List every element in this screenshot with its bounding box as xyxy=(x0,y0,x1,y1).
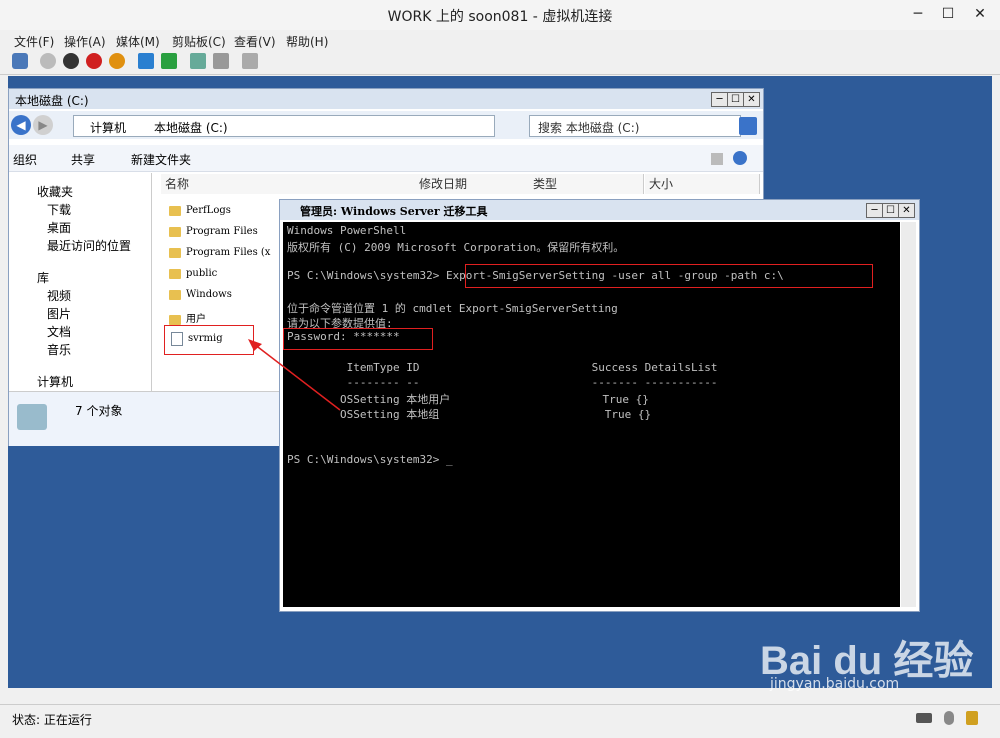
forward-button[interactable]: ▶ xyxy=(33,115,53,135)
console-line: -------- -- ------- ----------- xyxy=(287,376,718,389)
resume-icon[interactable] xyxy=(161,53,177,69)
nav-favorites[interactable]: 收藏夹 xyxy=(37,183,73,200)
preview-pane-icon[interactable] xyxy=(711,153,723,165)
column-date[interactable]: 修改日期 xyxy=(415,174,530,194)
console-line: 版权所有 (C) 2009 Microsoft Corporation。保留所有… xyxy=(287,241,625,254)
list-item[interactable]: Program Files xyxy=(169,226,258,237)
turn-off-icon[interactable] xyxy=(63,53,79,69)
help-icon[interactable] xyxy=(733,151,747,165)
menu-action[interactable]: 操作(A) xyxy=(64,33,106,50)
drive-icon xyxy=(17,404,47,430)
breadcrumb-computer[interactable]: 计算机 xyxy=(90,119,126,136)
menu-file[interactable]: 文件(F) xyxy=(14,33,54,50)
nav-pictures[interactable]: 图片 xyxy=(47,305,71,322)
nav-downloads[interactable]: 下载 xyxy=(47,201,71,218)
search-placeholder: 搜索 本地磁盘 (C:) xyxy=(538,121,640,135)
object-count: 7 个对象 xyxy=(75,404,123,418)
column-type[interactable]: 类型 xyxy=(529,174,644,194)
folder-icon xyxy=(169,247,181,258)
console-output[interactable]: Windows PowerShell 版权所有 (C) 2009 Microso… xyxy=(283,222,900,607)
organize-button[interactable]: 组织 xyxy=(13,151,37,168)
lock-icon xyxy=(966,711,978,725)
annotation-arrow xyxy=(248,339,341,411)
powershell-window: 管理员: Windows Server 迁移工具 ─ ☐ ✕ Windows P… xyxy=(279,199,920,612)
baidu-url: jingyan.baidu.com xyxy=(770,676,900,692)
folder-icon xyxy=(169,226,181,237)
share-icon[interactable] xyxy=(242,53,258,69)
powershell-title: 管理员: Windows Server 迁移工具 xyxy=(300,205,488,218)
breadcrumb-drive[interactable]: 本地磁盘 (C:) xyxy=(154,119,228,136)
share-button[interactable]: 共享 xyxy=(71,151,95,168)
nav-documents[interactable]: 文档 xyxy=(47,323,71,340)
list-item[interactable]: public xyxy=(169,268,217,279)
menu-media[interactable]: 媒体(M) xyxy=(116,33,160,50)
nav-music[interactable]: 音乐 xyxy=(47,341,71,358)
status-bar: 状态: 正在运行 xyxy=(0,704,1000,731)
folder-icon xyxy=(169,205,181,216)
maximize-button[interactable]: ☐ xyxy=(934,4,962,24)
address-bar[interactable]: 计算机 本地磁盘 (C:) xyxy=(73,115,495,137)
folder-icon xyxy=(169,268,181,279)
console-line: PS C:\Windows\system32> _ xyxy=(287,453,453,466)
menu-help[interactable]: 帮助(H) xyxy=(286,33,328,50)
explorer-title: 本地磁盘 (C:) xyxy=(15,94,89,108)
folder-icon xyxy=(169,289,181,300)
ps-minimize-button[interactable]: ─ xyxy=(866,203,883,218)
shutdown-icon[interactable] xyxy=(86,53,102,69)
keyboard-icon xyxy=(916,713,932,723)
explorer-maximize-button[interactable]: ☐ xyxy=(727,92,744,107)
command-highlight-box xyxy=(465,264,873,288)
nav-computer[interactable]: 计算机 xyxy=(37,373,73,390)
console-line: ItemType ID Success DetailsList xyxy=(287,361,718,374)
nav-videos[interactable]: 视频 xyxy=(47,287,71,304)
search-input[interactable]: 搜索 本地磁盘 (C:) xyxy=(529,115,741,137)
snapshot-icon[interactable] xyxy=(190,53,206,69)
console-line: 位于命令管道位置 1 的 cmdlet Export-SmigServerSet… xyxy=(287,302,618,315)
save-icon[interactable] xyxy=(109,53,125,69)
file-icon xyxy=(171,331,183,346)
menu-clipboard[interactable]: 剪贴板(C) xyxy=(172,33,226,50)
console-scrollbar[interactable] xyxy=(901,222,916,607)
nav-recent[interactable]: 最近访问的位置 xyxy=(47,237,131,254)
minimize-button[interactable]: ─ xyxy=(904,4,932,24)
new-folder-button[interactable]: 新建文件夹 xyxy=(131,151,191,168)
close-button[interactable]: ✕ xyxy=(966,4,994,24)
column-size[interactable]: 大小 xyxy=(645,174,760,194)
navigation-pane: 收藏夹 下载 桌面 最近访问的位置 库 视频 图片 文档 音乐 计算机 xyxy=(9,173,152,391)
folder-icon xyxy=(169,314,181,325)
list-item[interactable]: PerfLogs xyxy=(169,205,231,216)
revert-icon[interactable] xyxy=(213,53,229,69)
pause-icon[interactable] xyxy=(138,53,154,69)
back-button[interactable]: ◀ xyxy=(11,115,31,135)
column-name[interactable]: 名称 xyxy=(161,174,418,194)
list-item[interactable]: Program Files (x xyxy=(169,247,270,258)
ps-close-button[interactable]: ✕ xyxy=(898,203,915,218)
explorer-close-button[interactable]: ✕ xyxy=(743,92,760,107)
search-icon[interactable] xyxy=(739,117,757,135)
ps-maximize-button[interactable]: ☐ xyxy=(882,203,899,218)
explorer-minimize-button[interactable]: ─ xyxy=(711,92,728,107)
list-item[interactable]: 用户 xyxy=(169,310,206,325)
console-line: Windows PowerShell xyxy=(287,224,407,237)
window-title: WORK 上的 soon081 - 虚拟机连接 xyxy=(387,9,613,25)
ctrl-alt-del-icon[interactable] xyxy=(12,53,28,69)
mouse-icon xyxy=(944,711,954,725)
start-icon[interactable] xyxy=(40,53,56,69)
nav-libraries[interactable]: 库 xyxy=(37,269,49,286)
command-bar xyxy=(9,145,763,172)
explorer-titlebar xyxy=(9,89,763,109)
list-item[interactable]: Windows xyxy=(169,289,232,300)
menu-view[interactable]: 查看(V) xyxy=(234,33,276,50)
nav-desktop[interactable]: 桌面 xyxy=(47,219,71,236)
status-text: 状态: 正在运行 xyxy=(12,713,92,727)
